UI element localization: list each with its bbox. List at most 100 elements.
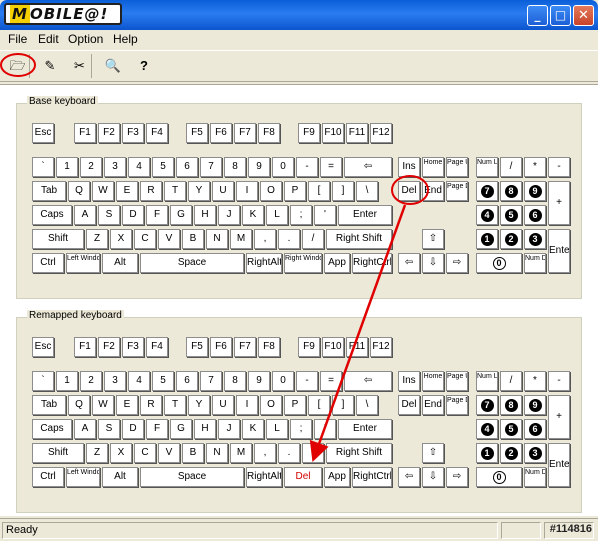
key-letter[interactable]: Z [86, 229, 108, 249]
key-numpad-0[interactable]: 0 [476, 253, 522, 273]
key-page-up[interactable]: Page Up [446, 157, 468, 177]
key-backspace[interactable]: ⇦ [344, 157, 392, 177]
key-numpad[interactable]: 3 [524, 443, 546, 463]
key-letter[interactable]: A [74, 205, 96, 225]
key-numpad[interactable]: 7 [476, 395, 498, 415]
key-del[interactable]: Del [398, 395, 420, 415]
key-letter[interactable]: F [146, 419, 168, 439]
key-letter[interactable]: J [218, 205, 240, 225]
key-right-arrow[interactable]: ⇨ [446, 467, 468, 487]
key-num-lock[interactable]: Num Lock [476, 157, 498, 177]
key-num-plus[interactable]: + [548, 395, 570, 439]
key-f6[interactable]: F6 [210, 123, 232, 143]
key-num-row[interactable]: 7 [200, 157, 222, 177]
key-right-shift[interactable]: Right Shift [326, 229, 392, 249]
key-letter[interactable]: D [122, 419, 144, 439]
apply-icon[interactable]: ✎ [38, 54, 62, 78]
key-num-row[interactable]: 1 [56, 371, 78, 391]
key-num-row[interactable]: ` [32, 157, 54, 177]
reset-icon[interactable]: ✂ [68, 54, 92, 78]
key-space[interactable]: Space [140, 253, 244, 273]
key-num-slash[interactable]: / [500, 157, 522, 177]
key-left-windows[interactable]: Left Windows [66, 253, 100, 273]
key-letter[interactable]: \ [356, 395, 378, 415]
key-num-row[interactable]: 3 [104, 157, 126, 177]
key-right-arrow[interactable]: ⇨ [446, 253, 468, 273]
key-numpad[interactable]: 9 [524, 181, 546, 201]
key-f2[interactable]: F2 [98, 123, 120, 143]
key-letter[interactable]: ; [290, 205, 312, 225]
key-f3[interactable]: F3 [122, 123, 144, 143]
key-letter[interactable]: P [284, 181, 306, 201]
key-letter[interactable]: V [158, 443, 180, 463]
key-down-arrow[interactable]: ⇩ [422, 467, 444, 487]
key-f9[interactable]: F9 [298, 123, 320, 143]
key-f11[interactable]: F11 [346, 337, 368, 357]
key-app[interactable]: App [324, 467, 350, 487]
key-letter[interactable]: C [134, 443, 156, 463]
key-letter[interactable]: T [164, 395, 186, 415]
key-letter[interactable]: I [236, 395, 258, 415]
key-num-row[interactable]: 3 [104, 371, 126, 391]
key-letter[interactable]: U [212, 181, 234, 201]
key-num-row[interactable]: 4 [128, 371, 150, 391]
key-letter[interactable]: F [146, 205, 168, 225]
key-letter[interactable]: B [182, 229, 204, 249]
key-f6[interactable]: F6 [210, 337, 232, 357]
key-letter[interactable]: ' [314, 419, 336, 439]
key-numpad[interactable]: 4 [476, 419, 498, 439]
key-right-alt[interactable]: RightAlt [246, 467, 282, 487]
key-letter[interactable]: L [266, 419, 288, 439]
key-f8[interactable]: F8 [258, 123, 280, 143]
key-letter[interactable]: ; [290, 419, 312, 439]
key-numpad[interactable]: 3 [524, 229, 546, 249]
key-letter[interactable]: M [230, 443, 252, 463]
key-letter[interactable]: G [170, 205, 192, 225]
key-right-shift[interactable]: Right Shift [326, 443, 392, 463]
key-backspace[interactable]: ⇦ [344, 371, 392, 391]
key-letter[interactable]: ] [332, 395, 354, 415]
key-f4[interactable]: F4 [146, 337, 168, 357]
key-num-del[interactable]: Num Del [524, 253, 546, 273]
key-numpad[interactable]: 2 [500, 229, 522, 249]
key-f2[interactable]: F2 [98, 337, 120, 357]
key-numpad[interactable]: 8 [500, 181, 522, 201]
key-f10[interactable]: F10 [322, 337, 344, 357]
key-num-row[interactable]: - [296, 371, 318, 391]
key-f5[interactable]: F5 [186, 337, 208, 357]
key-num-row[interactable]: - [296, 157, 318, 177]
key-alt[interactable]: Alt [102, 467, 138, 487]
key-num-enter[interactable]: Enter [548, 229, 570, 273]
key-letter[interactable]: E [116, 181, 138, 201]
key-enter[interactable]: Enter [338, 419, 392, 439]
key-alt[interactable]: Alt [102, 253, 138, 273]
key-f7[interactable]: F7 [234, 123, 256, 143]
key-f10[interactable]: F10 [322, 123, 344, 143]
key-f11[interactable]: F11 [346, 123, 368, 143]
key-ctrl[interactable]: Ctrl [32, 253, 64, 273]
menu-file[interactable]: File [8, 32, 27, 46]
key-caps[interactable]: Caps [32, 205, 72, 225]
key-num-lock[interactable]: Num Lock [476, 371, 498, 391]
key-letter[interactable]: H [194, 205, 216, 225]
key-num-row[interactable]: ` [32, 371, 54, 391]
key-numpad[interactable]: 6 [524, 205, 546, 225]
key-letter[interactable]: O [260, 181, 282, 201]
close-button[interactable]: ✕ [573, 5, 594, 26]
key-f4[interactable]: F4 [146, 123, 168, 143]
key-f8[interactable]: F8 [258, 337, 280, 357]
key-right-windows[interactable]: Right Windows [284, 253, 322, 273]
key-letter[interactable]: / [302, 443, 324, 463]
key-num-row[interactable]: 9 [248, 157, 270, 177]
key-left-arrow[interactable]: ⇦ [398, 467, 420, 487]
key-letter[interactable]: [ [308, 181, 330, 201]
key-letter[interactable]: W [92, 395, 114, 415]
key-letter[interactable]: M [230, 229, 252, 249]
key-app[interactable]: App [324, 253, 350, 273]
key-num-row[interactable]: = [320, 157, 342, 177]
key-letter[interactable]: N [206, 443, 228, 463]
key-num-row[interactable]: 7 [200, 371, 222, 391]
key-right-alt[interactable]: RightAlt [246, 253, 282, 273]
key-num-row[interactable]: 5 [152, 157, 174, 177]
key-letter[interactable]: H [194, 419, 216, 439]
